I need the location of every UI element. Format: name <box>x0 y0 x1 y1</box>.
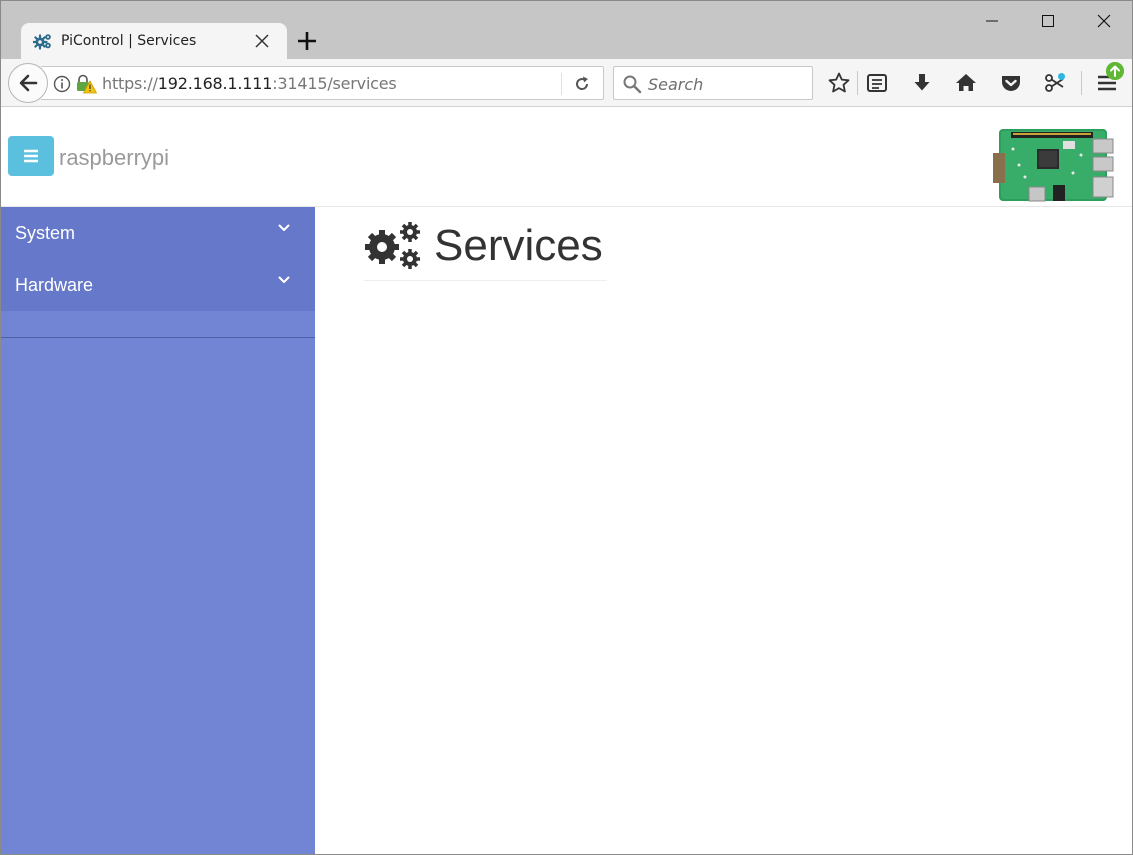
extension-scissors-icon[interactable] <box>1043 71 1067 95</box>
hamburger-icon <box>24 149 38 163</box>
sidebar-item-system[interactable]: System <box>1 207 315 259</box>
pocket-icon[interactable] <box>999 71 1023 95</box>
bookmark-star-icon[interactable] <box>827 71 851 95</box>
toolbar-divider <box>857 71 858 95</box>
main-content: Services <box>315 207 1132 854</box>
app-header: raspberrypi <box>1 107 1132 207</box>
maximize-icon[interactable] <box>1033 9 1063 33</box>
url-path: :31415/services <box>272 74 397 93</box>
info-icon[interactable] <box>53 75 71 93</box>
tab-strip: PiControl | Services <box>1 1 1132 59</box>
back-arrow-icon <box>19 74 38 92</box>
sidebar-menu: System Hardware <box>1 207 315 311</box>
new-tab-plus-icon[interactable] <box>294 28 320 54</box>
brand-name[interactable]: raspberrypi <box>59 145 169 171</box>
minimize-icon[interactable] <box>977 9 1007 33</box>
page-header: Services <box>364 219 607 281</box>
downloads-icon[interactable] <box>910 71 934 95</box>
browser-window: PiControl | Services https://192.168.1.1… <box>0 0 1133 855</box>
search-bar[interactable]: Search <box>613 66 813 100</box>
url-scheme: https:// <box>102 74 158 93</box>
home-icon[interactable] <box>954 71 978 95</box>
close-tab-icon[interactable] <box>253 32 271 50</box>
toolbar-divider <box>1081 71 1082 95</box>
gears-icon <box>33 34 51 50</box>
sidebar-item-label: System <box>15 223 76 243</box>
url-text[interactable]: https://192.168.1.111:31415/services <box>102 74 397 93</box>
gears-icon <box>365 222 420 269</box>
chevron-down-icon <box>278 276 290 283</box>
insecure-lock-warning-icon[interactable] <box>75 74 97 94</box>
window-close-icon[interactable] <box>1089 9 1119 33</box>
reading-list-icon[interactable] <box>865 71 889 95</box>
sidebar-divider <box>1 337 315 338</box>
browser-tab-active[interactable]: PiControl | Services <box>21 23 287 59</box>
page-title: Services <box>434 221 603 270</box>
sidebar-item-label: Hardware <box>15 275 94 295</box>
back-button[interactable] <box>8 63 48 103</box>
reload-icon[interactable] <box>572 74 592 94</box>
sidebar-toggle-button[interactable] <box>8 136 54 176</box>
url-bar[interactable]: https://192.168.1.111:31415/services <box>41 66 604 100</box>
raspberry-pi-board-image <box>993 129 1114 202</box>
navigation-bar: https://192.168.1.111:31415/services Sea… <box>1 59 1132 107</box>
update-available-icon[interactable] <box>1106 62 1124 80</box>
tab-title: PiControl | Services <box>61 33 197 49</box>
search-icon <box>623 75 642 94</box>
url-host: 192.168.1.111 <box>157 74 273 93</box>
sidebar: System Hardware <box>1 207 315 854</box>
search-input[interactable]: Search <box>648 75 703 94</box>
chevron-down-icon <box>278 224 290 231</box>
url-separator <box>561 73 562 95</box>
sidebar-item-hardware[interactable]: Hardware <box>1 259 315 311</box>
